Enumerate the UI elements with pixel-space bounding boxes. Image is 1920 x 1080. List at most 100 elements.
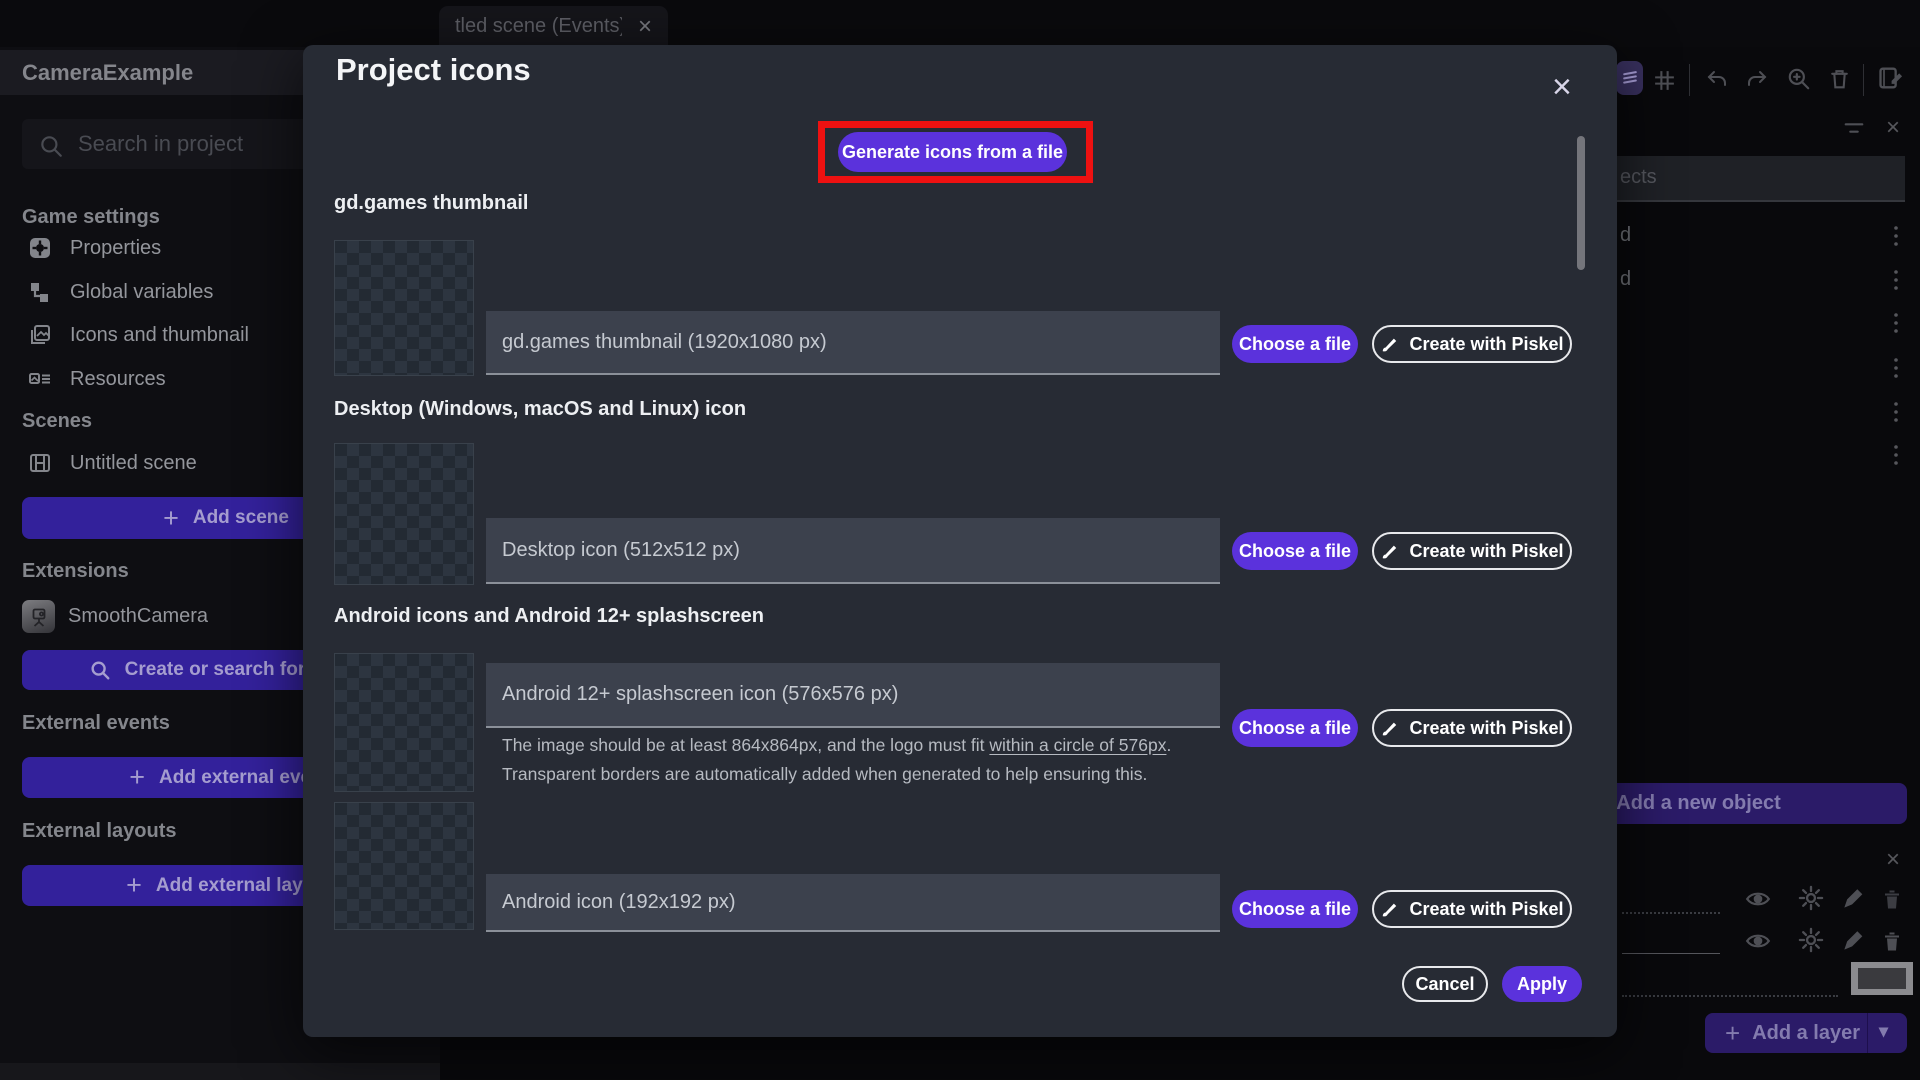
film-icon	[28, 451, 52, 475]
section-extensions: Extensions	[22, 560, 129, 582]
toolbar-divider	[1689, 64, 1690, 96]
create-with-piskel-button[interactable]: Create with Piskel	[1372, 532, 1572, 570]
trash-icon[interactable]	[1880, 929, 1904, 954]
images-icon	[28, 323, 52, 347]
sidebar-item-label: Icons and thumbnail	[70, 323, 250, 346]
row-divider	[1622, 995, 1838, 997]
kebab-menu-icon[interactable]	[1889, 443, 1903, 467]
eye-icon[interactable]	[1744, 928, 1772, 954]
row-divider	[1622, 953, 1720, 954]
redo-icon[interactable]	[1744, 68, 1770, 92]
grid-icon[interactable]	[1652, 68, 1677, 93]
android-splashscreen-field[interactable]	[486, 663, 1220, 728]
pencil-icon[interactable]	[1840, 928, 1866, 954]
project-name: CameraExample	[22, 59, 194, 85]
sidebar-item-label: Resources	[70, 367, 166, 390]
row-divider	[1622, 912, 1720, 914]
pencil-icon[interactable]	[1840, 886, 1866, 912]
effects-icon[interactable]	[1797, 884, 1825, 912]
create-with-piskel-button[interactable]: Create with Piskel	[1372, 325, 1572, 363]
resources-icon	[28, 367, 52, 391]
search-icon	[89, 659, 111, 681]
section-scenes: Scenes	[22, 410, 93, 432]
plus-icon: +	[163, 502, 179, 533]
effects-icon[interactable]	[1797, 926, 1825, 954]
create-with-piskel-button[interactable]: Create with Piskel	[1372, 890, 1572, 928]
object-name-fragment: d	[1620, 224, 1632, 246]
brush-icon	[1380, 335, 1399, 354]
section-label: Android icons and Android 12+ splashscre…	[334, 605, 764, 627]
filter-icon[interactable]	[1843, 120, 1865, 136]
sidebar-item-icons-thumbnail[interactable]: Icons and thumbnail	[28, 323, 249, 347]
chevron-down-icon[interactable]: ▾	[1879, 1021, 1888, 1042]
smoothcamera-extension-icon	[22, 600, 55, 633]
section-label: Desktop (Windows, macOS and Linux) icon	[334, 398, 747, 420]
choose-file-button[interactable]: Choose a file	[1232, 532, 1358, 570]
object-name-fragment: d	[1620, 268, 1632, 290]
panel-close-icon[interactable]: ×	[1886, 116, 1900, 140]
android-icon-field[interactable]	[486, 874, 1220, 932]
android-icon-checker	[334, 802, 474, 930]
helper-text-line2: Transparent borders are automatically ad…	[502, 764, 1148, 784]
dialog-scrollbar[interactable]	[1577, 136, 1585, 270]
kebab-menu-icon[interactable]	[1889, 356, 1903, 380]
trash-icon[interactable]	[1827, 66, 1852, 92]
edit-scene-icon[interactable]	[1877, 64, 1905, 92]
cancel-button[interactable]: Cancel	[1402, 966, 1488, 1002]
sidebar-item-label: Properties	[70, 236, 162, 259]
tab-scene-events[interactable]: tled scene (Events) ×	[439, 6, 668, 47]
section-label: gd.games thumbnail	[334, 192, 529, 214]
create-with-piskel-button[interactable]: Create with Piskel	[1372, 709, 1572, 747]
thumbnail-preview-checker	[334, 240, 474, 376]
sidebar-item-smoothcamera[interactable]: SmoothCamera	[22, 600, 208, 633]
sidebar-item-properties[interactable]: Properties	[28, 236, 161, 260]
variables-tree-icon	[28, 280, 52, 304]
sidebar-item-label: SmoothCamera	[68, 605, 209, 627]
eye-icon[interactable]	[1744, 886, 1772, 912]
drag-preview-box	[1851, 962, 1913, 995]
tab-label: tled scene (Events)	[455, 15, 622, 37]
choose-file-button[interactable]: Choose a file	[1232, 890, 1358, 928]
desktop-icon-field[interactable]	[486, 518, 1220, 584]
section-external-layouts: External layouts	[22, 820, 177, 842]
section-game-settings: Game settings	[22, 206, 160, 228]
trash-icon[interactable]	[1880, 887, 1904, 912]
brush-icon	[1380, 542, 1399, 561]
dialog-close-icon[interactable]: ×	[1552, 70, 1572, 104]
search-icon	[38, 133, 64, 159]
choose-file-button[interactable]: Choose a file	[1232, 709, 1358, 747]
layers-panel-close-icon[interactable]: ×	[1886, 848, 1900, 872]
sidebar-bottom-strip	[0, 1063, 440, 1080]
gear-icon	[28, 236, 52, 260]
dialog-title: Project icons	[336, 52, 531, 87]
android-splash-checker	[334, 653, 474, 792]
sidebar-item-untitled-scene[interactable]: Untitled scene	[28, 451, 197, 475]
kebab-menu-icon[interactable]	[1889, 400, 1903, 424]
gdgames-thumbnail-field[interactable]	[486, 311, 1220, 375]
button-divider	[1867, 1013, 1868, 1053]
tab-close-icon[interactable]: ×	[638, 14, 652, 39]
desktop-icon-checker	[334, 443, 474, 585]
generate-icons-button[interactable]: Generate icons from a file	[838, 132, 1067, 172]
sidebar-item-label: Global variables	[70, 280, 214, 303]
layers-tool-button[interactable]	[1616, 61, 1643, 95]
objects-header-fragment: ects	[1620, 166, 1657, 188]
choose-file-button[interactable]: Choose a file	[1232, 325, 1358, 363]
plus-icon: +	[1725, 1017, 1741, 1048]
apply-button[interactable]: Apply	[1502, 966, 1582, 1002]
add-layer-button[interactable]: + Add a layer ▾	[1705, 1013, 1907, 1053]
sidebar-item-resources[interactable]: Resources	[28, 367, 166, 391]
helper-text-line1: The image should be at least 864x864px, …	[502, 735, 1172, 755]
zoom-in-icon[interactable]	[1786, 66, 1812, 92]
kebab-menu-icon[interactable]	[1889, 224, 1903, 248]
brush-icon	[1380, 719, 1399, 738]
section-external-events: External events	[22, 712, 170, 734]
plus-icon: +	[126, 870, 142, 900]
toolbar-divider	[1863, 64, 1864, 96]
undo-icon[interactable]	[1704, 68, 1730, 92]
brush-icon	[1380, 900, 1399, 919]
top-bar	[0, 0, 1920, 47]
kebab-menu-icon[interactable]	[1889, 311, 1903, 335]
kebab-menu-icon[interactable]	[1889, 268, 1903, 292]
sidebar-item-global-variables[interactable]: Global variables	[28, 280, 213, 304]
